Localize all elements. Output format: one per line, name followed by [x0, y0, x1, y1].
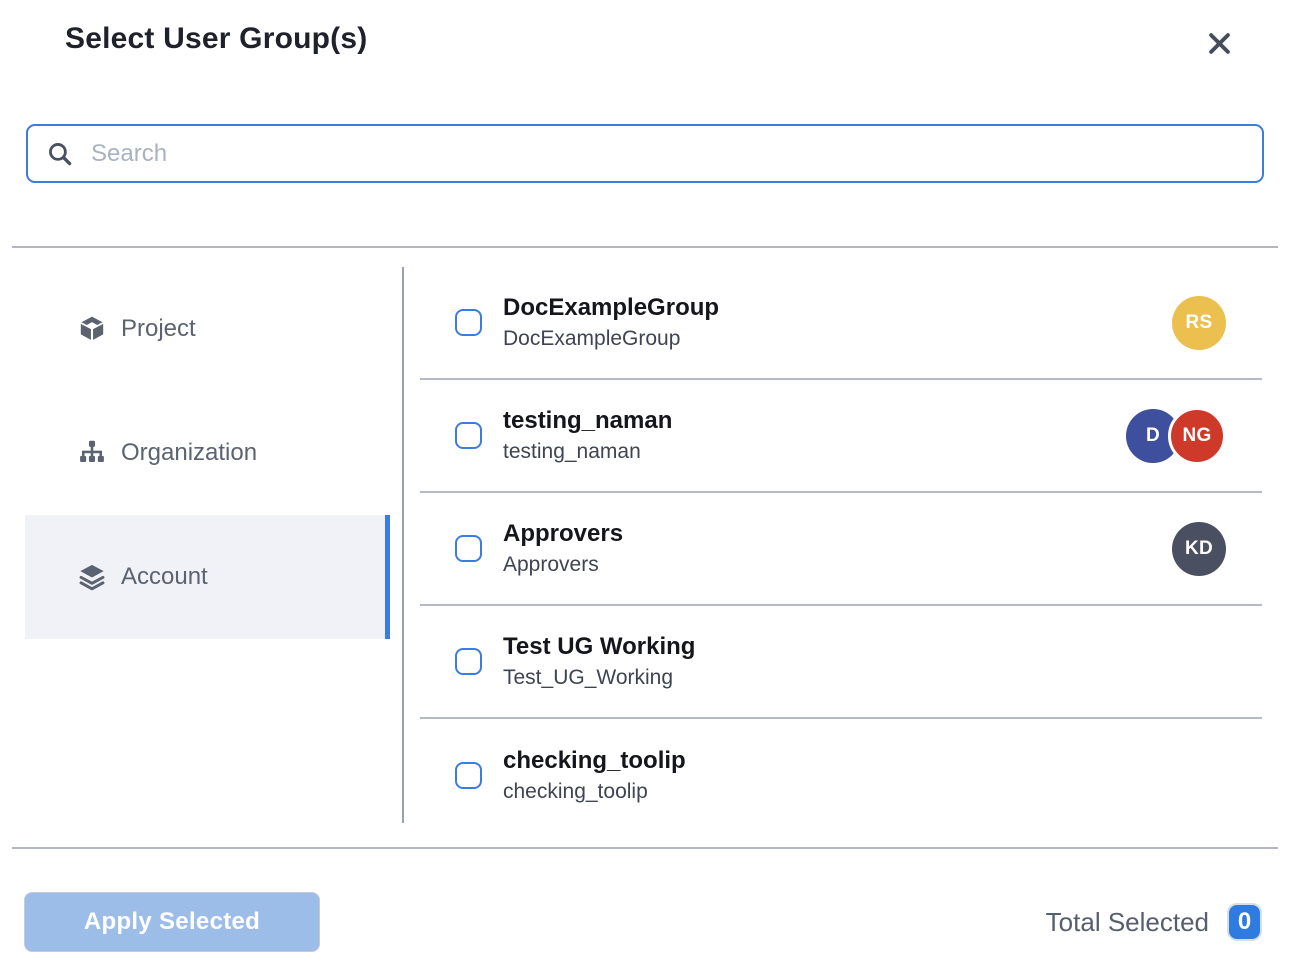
modal-footer: Apply Selected Total Selected 0 [25, 890, 1262, 954]
bottom-divider [12, 847, 1278, 849]
sidebar-item-project[interactable]: Project [25, 267, 390, 391]
total-selected-count-badge: 0 [1227, 903, 1262, 941]
group-row[interactable]: DocExampleGroup DocExampleGroup RS [420, 267, 1262, 380]
page-title: Select User Group(s) [65, 22, 367, 56]
total-selected-label: Total Selected [1046, 907, 1209, 938]
select-user-group-modal: Select User Group(s) [0, 0, 1290, 970]
group-text: Approvers Approvers [503, 518, 623, 580]
group-title: DocExampleGroup [503, 292, 719, 323]
apply-selected-button[interactable]: Apply Selected [25, 893, 319, 951]
sidebar-item-account[interactable]: Account [25, 515, 390, 639]
group-subtitle: checking_toolip [503, 776, 686, 807]
avatar: RS [1172, 296, 1226, 350]
search-box [26, 124, 1264, 183]
layers-icon [78, 563, 106, 591]
sidebar-item-label: Organization [121, 439, 257, 467]
group-text: DocExampleGroup DocExampleGroup [503, 292, 719, 354]
vertical-divider [402, 267, 404, 823]
search-input[interactable] [91, 140, 1244, 168]
group-subtitle: Approvers [503, 549, 623, 580]
sidebar-item-label: Account [121, 563, 208, 591]
group-text: checking_toolip checking_toolip [503, 745, 686, 807]
avatar-group: KD [1172, 522, 1226, 576]
avatar-group: D NG [1126, 407, 1226, 465]
group-row[interactable]: Test UG Working Test_UG_Working [420, 606, 1262, 719]
group-checkbox[interactable] [455, 535, 482, 562]
sidebar-item-organization[interactable]: Organization [25, 391, 390, 515]
group-title: Approvers [503, 518, 623, 549]
group-title: Test UG Working [503, 631, 695, 662]
search-icon [46, 140, 74, 168]
group-row[interactable]: Approvers Approvers KD [420, 493, 1262, 606]
group-checkbox[interactable] [455, 762, 482, 789]
group-checkbox[interactable] [455, 309, 482, 336]
org-chart-icon [78, 439, 106, 467]
group-subtitle: testing_naman [503, 436, 672, 467]
total-selected: Total Selected 0 [1046, 903, 1262, 941]
group-checkbox[interactable] [455, 422, 482, 449]
group-text: testing_naman testing_naman [503, 405, 672, 467]
group-row[interactable]: testing_naman testing_naman D NG [420, 380, 1262, 493]
group-row[interactable]: checking_toolip checking_toolip [420, 719, 1262, 832]
group-title: testing_naman [503, 405, 672, 436]
cube-icon [78, 315, 106, 343]
group-text: Test UG Working Test_UG_Working [503, 631, 695, 693]
avatar-group: RS [1172, 296, 1226, 350]
group-checkbox[interactable] [455, 648, 482, 675]
scope-sidebar: Project Organization [25, 267, 390, 639]
close-icon [1204, 28, 1235, 59]
top-divider [12, 246, 1278, 248]
modal-content: Project Organization [0, 267, 1290, 840]
user-group-list: DocExampleGroup DocExampleGroup RS testi… [420, 267, 1262, 832]
group-subtitle: DocExampleGroup [503, 323, 719, 354]
sidebar-item-label: Project [121, 315, 196, 343]
group-subtitle: Test_UG_Working [503, 662, 695, 693]
group-title: checking_toolip [503, 745, 686, 776]
avatar: KD [1172, 522, 1226, 576]
close-button[interactable] [1200, 24, 1238, 62]
avatar: NG [1168, 407, 1226, 465]
